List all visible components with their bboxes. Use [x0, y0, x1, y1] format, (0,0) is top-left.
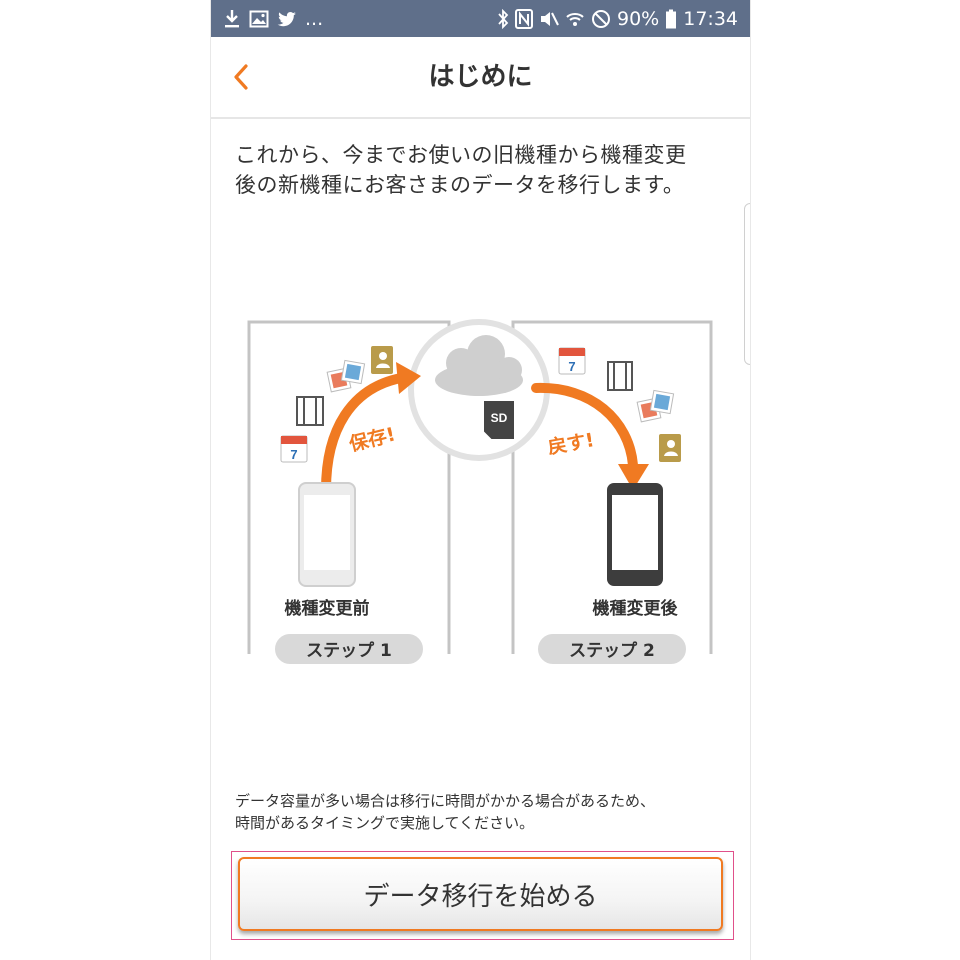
new-phone-icon [607, 483, 663, 586]
restore-label: 戻す! [546, 428, 596, 459]
clock: 17:34 [683, 8, 738, 30]
after-label: 機種変更後 [593, 598, 679, 619]
status-left: ... [223, 6, 323, 32]
twitter-icon [277, 11, 297, 28]
notice-text: データ容量が多い場合は移行に時間がかかる場合があるため、 時間があるタイミングで… [235, 792, 656, 832]
calendar-icon: 7 [280, 435, 308, 463]
calendar-day: 7 [290, 447, 297, 462]
calendar-icon: 7 [558, 347, 586, 375]
intro-text: これから、今までお使いの旧機種から機種変更 後の新機種にお客さまのデータを移行し… [235, 143, 687, 197]
film-icon [296, 396, 324, 426]
step1-label: ステップ 1 [306, 640, 392, 661]
image-icon [249, 10, 269, 28]
page-title: はじめに [428, 62, 533, 92]
save-label: 保存! [346, 422, 398, 456]
do-not-disturb-icon [591, 9, 611, 29]
contacts-icon [371, 346, 393, 374]
step2-badge: ステップ 2 [536, 632, 688, 666]
step1-badge: ステップ 1 [273, 632, 425, 666]
start-migration-button[interactable]: データ移行を始める [238, 857, 723, 931]
cloud-icon [408, 319, 550, 461]
nfc-icon [515, 9, 533, 29]
mute-icon [539, 9, 559, 29]
status-right: 90% 17:34 [497, 6, 738, 32]
photo-icon [326, 359, 366, 393]
more-notifications: ... [305, 8, 324, 30]
before-label: 機種変更前 [285, 598, 370, 619]
wifi-icon [565, 9, 585, 29]
sd-label: SD [491, 411, 508, 425]
migration-illustration: SD 保存! 戻す! 7 7 機種変更前 機種変更後 ステップ 1 ステップ 2 [211, 300, 750, 700]
photo-icon [636, 389, 675, 423]
film-icon [607, 361, 633, 391]
app-bar: はじめに [211, 37, 750, 119]
status-bar: ... 90% 17:34 [211, 0, 750, 37]
step2-label: ステップ 2 [569, 640, 655, 661]
battery-icon [665, 9, 677, 29]
contacts-icon [659, 434, 681, 462]
bluetooth-icon [497, 9, 509, 29]
app-screen: ... 90% 17:34 はじめに これから、今までお使いの旧機種から機種変更… [210, 0, 751, 960]
sd-card-icon: SD [482, 399, 516, 441]
download-icon [223, 9, 241, 29]
calendar-day: 7 [568, 359, 575, 374]
battery-percent: 90% [617, 8, 660, 30]
old-phone-icon [298, 482, 356, 587]
